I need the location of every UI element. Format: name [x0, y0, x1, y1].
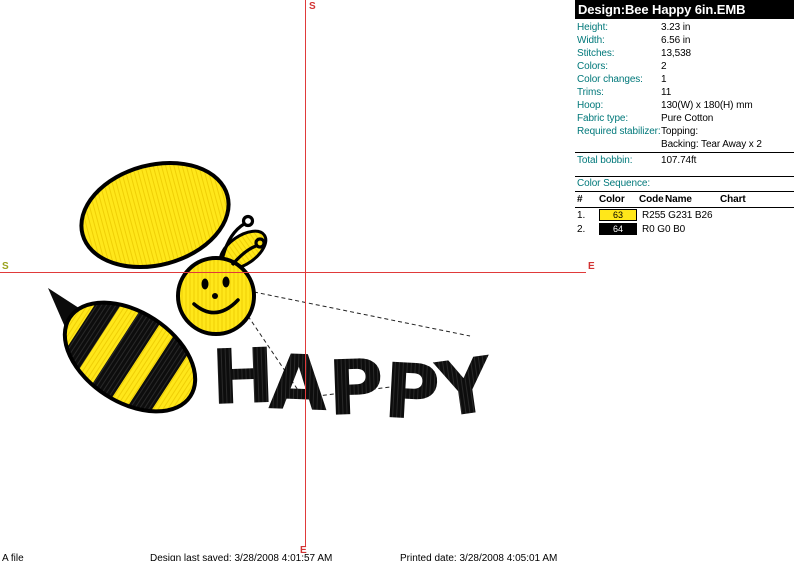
design-title: Design:Bee Happy 6in.EMB: [575, 0, 794, 19]
footer-file-text: A file: [2, 553, 24, 561]
end-marker-bottom: E: [300, 546, 307, 556]
info-row-width: Width: 6.56 in: [575, 34, 794, 47]
info-row-hoop: Hoop: 130(W) x 180(H) mm: [575, 99, 794, 112]
design-properties: Height: 3.23 in Width: 6.56 in Stitches:…: [575, 21, 794, 167]
color-row-number: 2.: [577, 224, 599, 235]
column-header-code: Code: [639, 193, 665, 207]
info-row-height: Height: 3.23 in: [575, 21, 794, 34]
column-header-name: Name: [665, 193, 720, 207]
color-row-name: R255 G231 B26: [642, 210, 712, 221]
start-marker-top: S: [309, 2, 316, 12]
color-sequence-header: Color Sequence:: [575, 176, 794, 192]
info-row-stitches: Stitches: 13,538: [575, 47, 794, 60]
bee-eye-left: [202, 279, 209, 290]
bee-head: [178, 258, 254, 334]
happy-letter: A: [267, 337, 329, 428]
start-marker-left: S: [2, 262, 9, 272]
footer-printed-date: Printed date: 3/28/2008 4:05:01 AM: [400, 553, 557, 561]
happy-letter: H: [210, 331, 277, 422]
color-row-number: 1.: [577, 210, 599, 221]
happy-letter: P: [327, 342, 386, 433]
color-sequence-row: 2. 64 R0 G0 B0: [575, 222, 794, 236]
color-sequence-row: 1. 63 R255 G231 B26: [575, 208, 794, 222]
happy-letter: Y: [430, 339, 499, 435]
color-sequence-table-header: # Color Code Name Chart: [575, 193, 794, 208]
column-header-color: Color: [599, 193, 639, 207]
crosshair-vertical-line: [305, 0, 306, 546]
crosshair-horizontal-line: [0, 272, 586, 273]
info-row-fabric-type: Fabric type: Pure Cotton: [575, 112, 794, 125]
info-row-stabilizer-topping: Required stabilizer: Topping:: [575, 125, 794, 138]
bee-eye-right: [223, 277, 230, 288]
separator-line: [575, 152, 794, 153]
info-row-color-changes: Color changes: 1: [575, 73, 794, 86]
happy-lettering: H A P P Y: [210, 331, 500, 438]
info-row-trims: Trims: 11: [575, 86, 794, 99]
info-row-colors: Colors: 2: [575, 60, 794, 73]
info-row-total-bobbin: Total bobbin: 107.74ft: [575, 154, 794, 167]
color-row-name: R0 G0 B0: [642, 224, 685, 235]
column-header-chart: Chart: [720, 193, 792, 207]
end-marker-right: E: [588, 262, 595, 272]
print-preview-page: S S E E: [0, 0, 794, 561]
design-info-panel: Design:Bee Happy 6in.EMB Height: 3.23 in…: [575, 0, 794, 561]
bee-happy-design[interactable]: H A P P Y: [0, 0, 575, 561]
info-row-stabilizer-backing: Backing: Tear Away x 2: [575, 138, 794, 151]
color-swatch-yellow: 63: [599, 209, 637, 221]
color-swatch-black: 64: [599, 223, 637, 235]
bee-nose: [212, 293, 218, 299]
column-header-number: #: [577, 193, 599, 207]
